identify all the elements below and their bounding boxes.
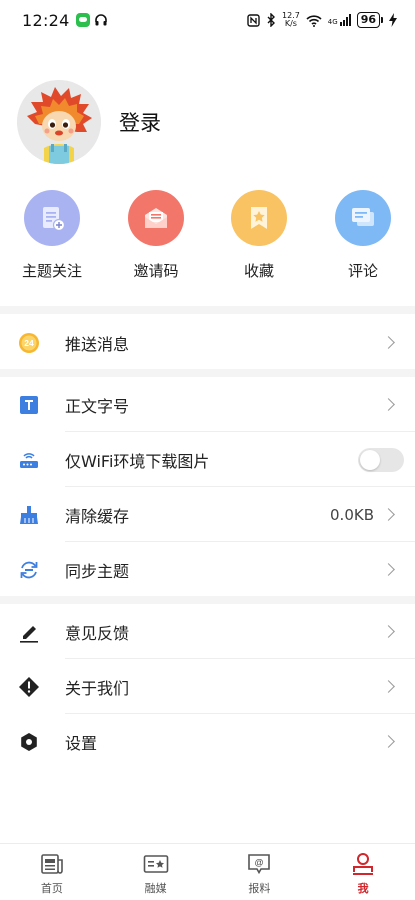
avatar[interactable] <box>17 80 101 164</box>
sync-icon <box>18 559 40 581</box>
wifi-images-row: 仅WiFi环境下载图片 <box>0 432 415 487</box>
pencil-icon <box>18 621 40 643</box>
network-speed: 12.7 K/s <box>281 11 300 28</box>
sync-topics-row[interactable]: 同步主题 <box>0 542 415 597</box>
section-divider <box>0 369 415 377</box>
media-icon <box>143 852 169 876</box>
settings-row[interactable]: 设置 <box>0 714 415 769</box>
gear-icon <box>18 731 40 753</box>
comment-icon <box>335 190 391 246</box>
nfc-icon <box>247 13 260 27</box>
about-row[interactable]: 关于我们 <box>0 659 415 714</box>
chevron-right-icon <box>382 563 395 576</box>
profile-icon <box>350 852 376 876</box>
svg-text:24: 24 <box>24 338 34 348</box>
chevron-right-icon <box>382 625 395 638</box>
headphones-icon <box>94 14 107 26</box>
charging-icon <box>389 13 397 27</box>
clear-cache-row[interactable]: 清除缓存 0.0KB <box>0 487 415 542</box>
nav-report[interactable]: @ 报料 <box>208 844 312 900</box>
broom-icon <box>18 504 40 526</box>
chevron-right-icon <box>382 398 395 411</box>
nav-me[interactable]: 我 <box>311 844 415 900</box>
svg-text:@: @ <box>255 858 264 868</box>
wifi-images-toggle[interactable] <box>358 447 404 472</box>
cellular-signal-icon: 4G <box>328 14 351 26</box>
status-bar: 12:24 12.7 K/s 4G 96 <box>0 0 415 40</box>
cache-size: 0.0KB <box>330 505 374 524</box>
quick-action-comment[interactable]: 评论 <box>311 190 415 281</box>
feedback-row[interactable]: 意见反馈 <box>0 604 415 659</box>
font-size-icon <box>18 394 40 416</box>
bluetooth-icon <box>267 13 275 27</box>
wifi-icon <box>306 14 322 27</box>
section-divider <box>0 306 415 314</box>
battery-indicator: 96 <box>356 12 383 28</box>
chevron-right-icon <box>382 336 395 349</box>
mascot-avatar-image <box>17 80 101 164</box>
favorite-icon <box>231 190 287 246</box>
bottom-navigation: 首页 融媒 @ 报料 我 <box>0 843 415 900</box>
nav-home[interactable]: 首页 <box>0 844 104 900</box>
invite-code-icon <box>128 190 184 246</box>
chevron-right-icon <box>382 508 395 521</box>
login-link[interactable]: 登录 <box>119 107 161 137</box>
wechat-notification-icon <box>75 13 90 27</box>
topic-follow-icon <box>24 190 80 246</box>
info-diamond-icon <box>18 676 40 698</box>
push-badge-icon: 24 <box>18 332 40 354</box>
status-time: 12:24 <box>22 10 70 30</box>
router-icon <box>18 449 40 471</box>
quick-action-invite-code[interactable]: 邀请码 <box>104 190 208 281</box>
report-icon: @ <box>246 852 272 876</box>
quick-action-topic-follow[interactable]: 主题关注 <box>0 190 104 281</box>
nav-media[interactable]: 融媒 <box>104 844 208 900</box>
news-icon <box>39 852 65 876</box>
profile-header[interactable]: 登录 <box>17 80 161 164</box>
section-divider <box>0 596 415 604</box>
chevron-right-icon <box>382 735 395 748</box>
font-size-row[interactable]: 正文字号 <box>0 377 415 432</box>
push-messages-row[interactable]: 24 推送消息 <box>0 315 415 370</box>
chevron-right-icon <box>382 680 395 693</box>
quick-action-favorite[interactable]: 收藏 <box>207 190 311 281</box>
quick-actions: 主题关注 邀请码 收藏 评论 <box>0 190 415 290</box>
